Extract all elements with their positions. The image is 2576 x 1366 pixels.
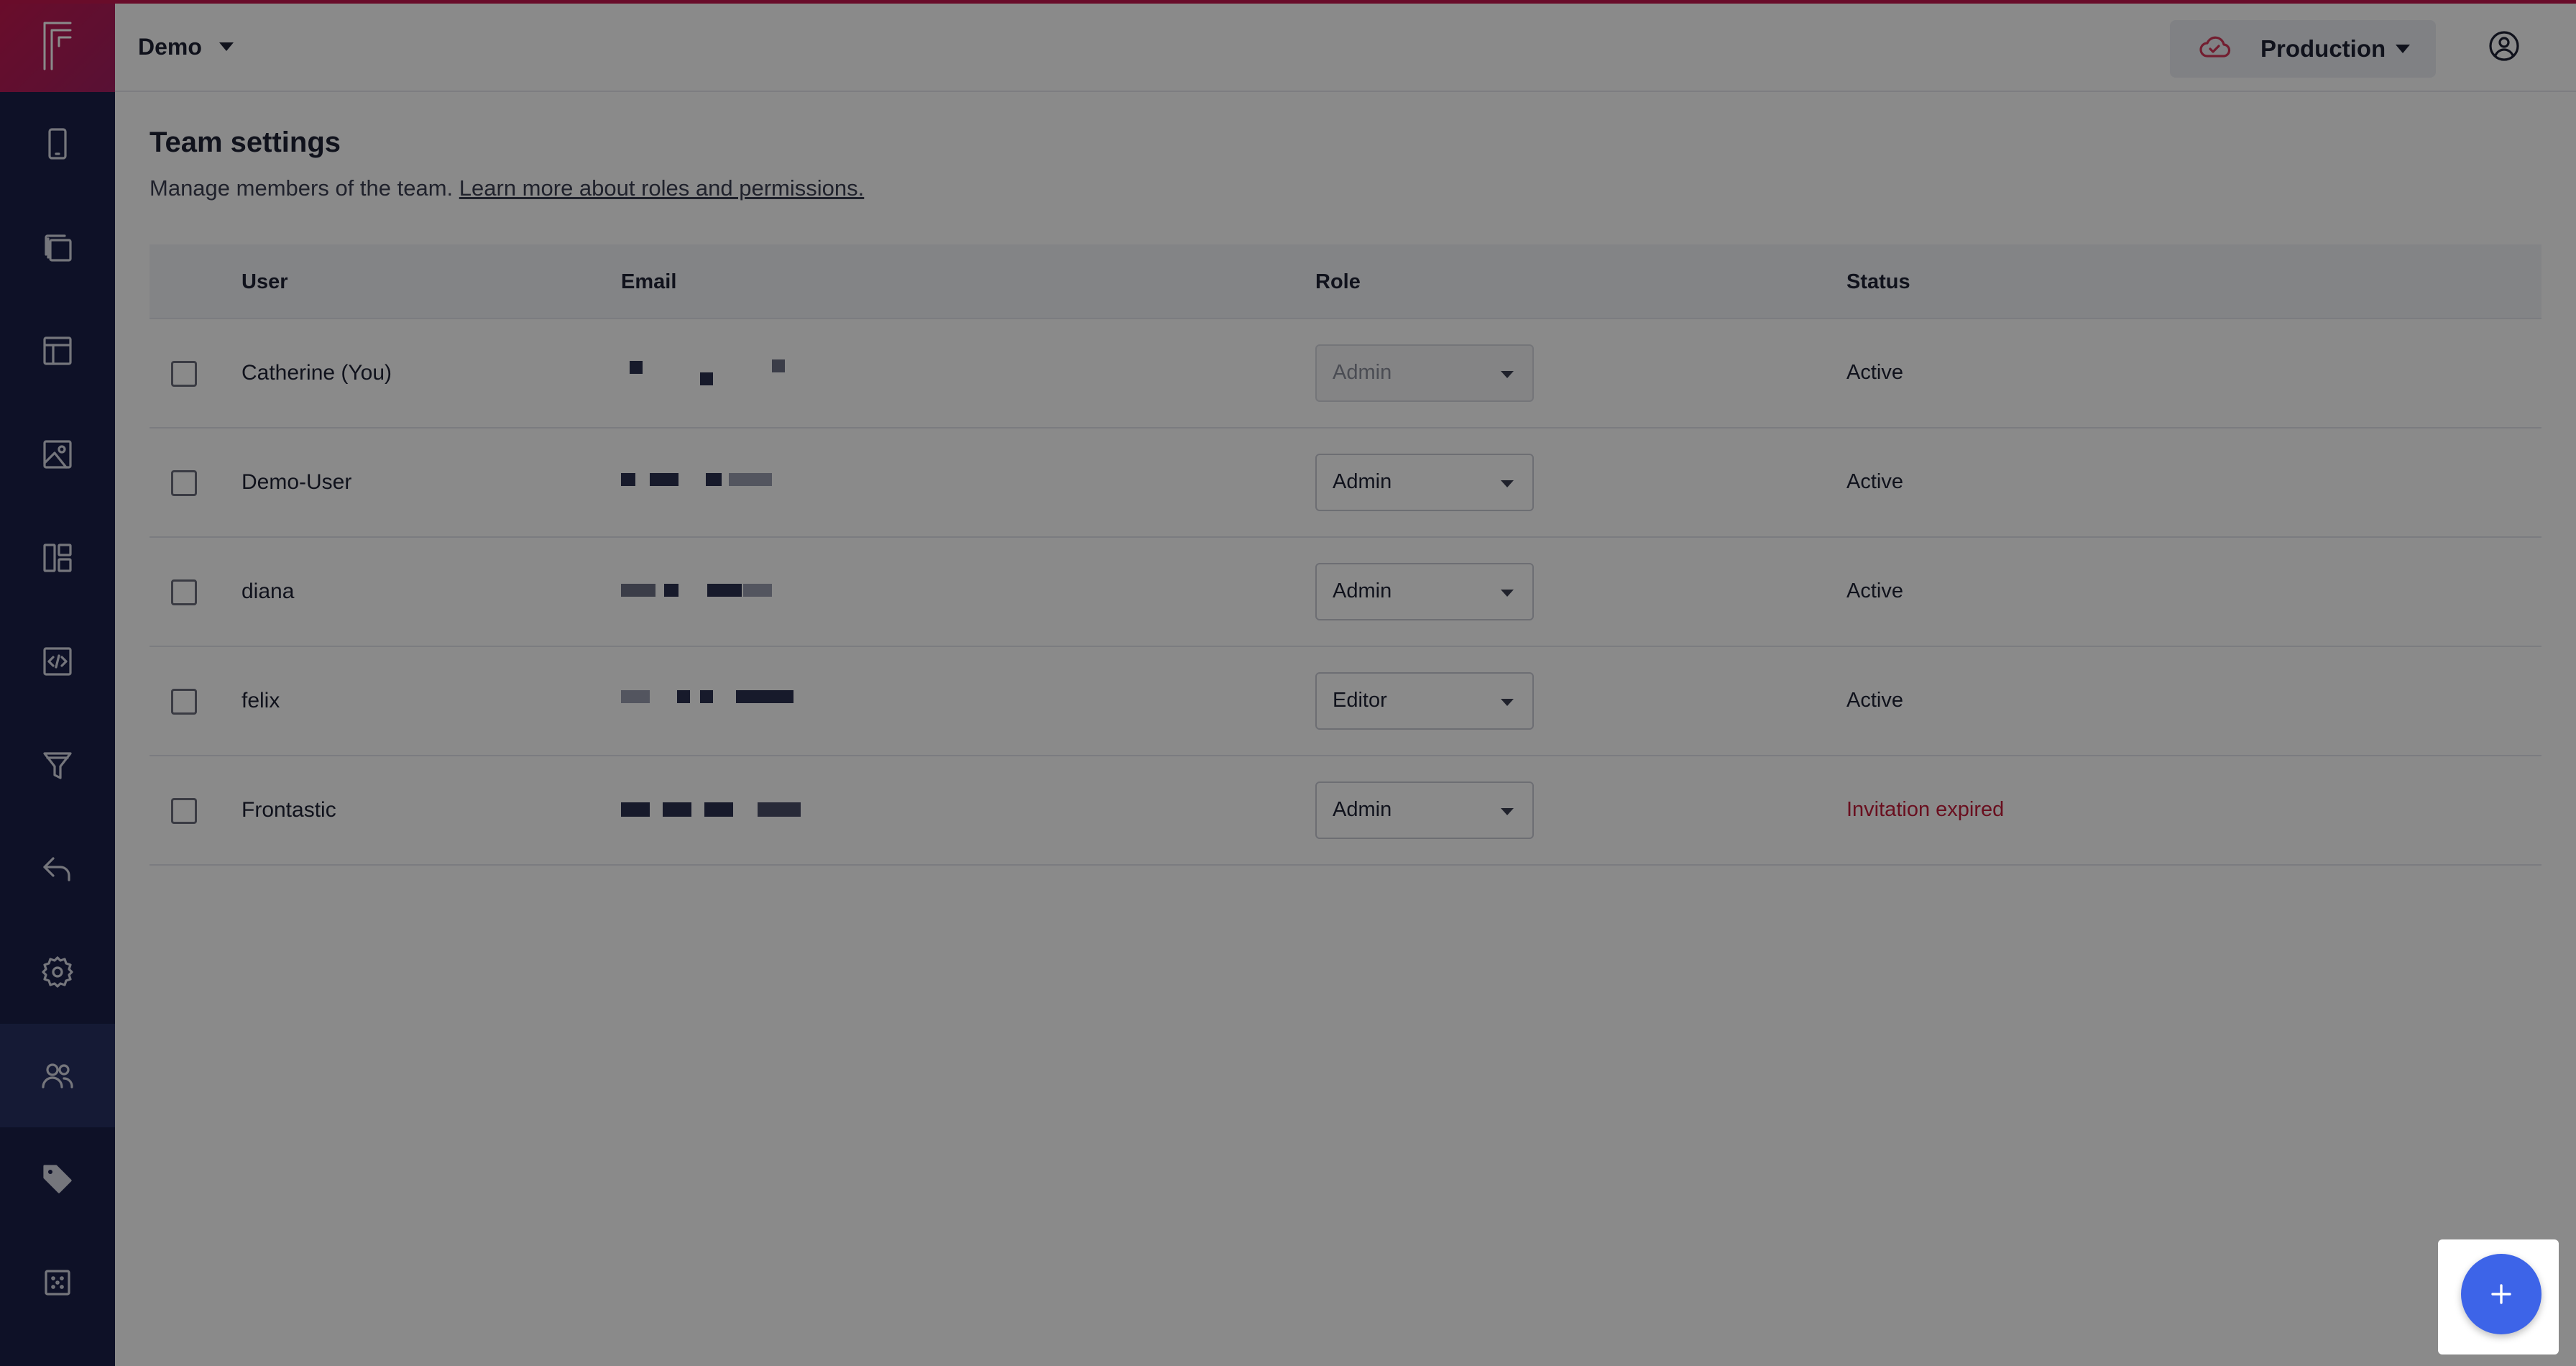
modal-overlay[interactable] [0, 0, 2576, 1366]
spotlight-highlight [2438, 1239, 2559, 1354]
add-member-button[interactable] [2461, 1254, 2542, 1334]
plus-icon [2491, 1284, 2511, 1304]
